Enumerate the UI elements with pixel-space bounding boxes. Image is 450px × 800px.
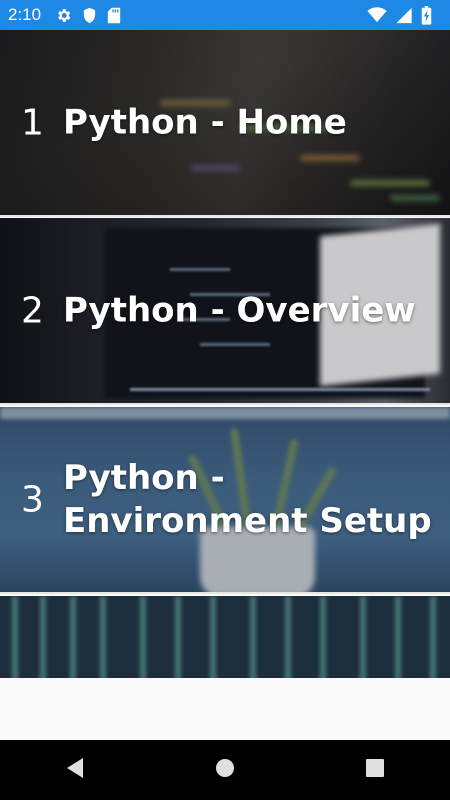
list-item[interactable]: 1 Python - Home <box>0 30 450 217</box>
item-number: 1 <box>21 102 44 143</box>
sd-card-icon <box>107 7 121 24</box>
list-item[interactable] <box>0 596 450 678</box>
home-icon <box>215 758 235 783</box>
status-bar: 2:10 <box>0 0 450 30</box>
item-title: Python - Environment Setup <box>63 457 432 541</box>
recents-button[interactable] <box>345 750 405 790</box>
card-background-image <box>0 596 450 678</box>
item-title: Python - Overview <box>63 290 416 330</box>
shield-icon <box>82 7 97 24</box>
recents-icon <box>366 758 384 782</box>
home-button[interactable] <box>195 750 255 790</box>
gear-icon <box>55 7 72 24</box>
navigation-bar <box>0 740 450 800</box>
wifi-icon <box>367 7 387 23</box>
item-number: 2 <box>21 290 44 331</box>
empty-content-area <box>0 678 450 740</box>
list-item[interactable]: 3 Python - Environment Setup <box>0 407 450 594</box>
tutorial-list[interactable]: 1 Python - Home 2 Python - Overview 3 Py… <box>0 30 450 678</box>
item-title: Python - Home <box>63 102 347 142</box>
cellular-signal-icon <box>395 7 413 24</box>
back-icon <box>65 757 85 784</box>
list-item[interactable]: 2 Python - Overview <box>0 218 450 405</box>
item-number: 3 <box>21 479 44 520</box>
battery-charging-icon <box>421 5 432 25</box>
status-time: 2:10 <box>8 5 42 24</box>
back-button[interactable] <box>45 750 105 790</box>
